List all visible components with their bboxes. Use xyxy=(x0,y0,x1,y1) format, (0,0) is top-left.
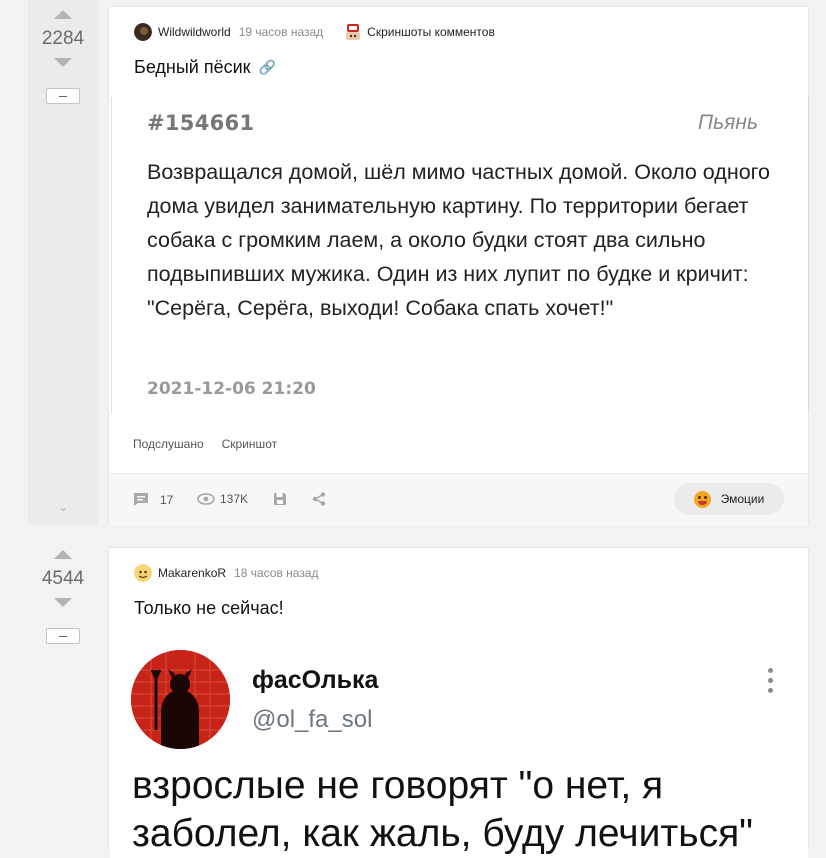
rating-score: 4544 xyxy=(41,568,85,589)
comments-count: 17 xyxy=(160,492,174,507)
quote-text: Возвращался домой, шёл мимо частных домо… xyxy=(147,160,770,320)
tweet-text-line: взрослые не говорят "о нет, я xyxy=(132,764,664,807)
upvote-arrow-icon[interactable] xyxy=(54,10,72,19)
comments-button[interactable]: 17 xyxy=(133,492,173,507)
minus-icon xyxy=(59,635,67,637)
tweet-screenshot[interactable]: фасОлька @ol_fa_sol взрослые не говорят … xyxy=(110,638,808,858)
views-counter: 137K xyxy=(197,492,248,506)
author-avatar[interactable] xyxy=(134,564,152,582)
story-title[interactable]: Бедный пёсик 🔗 xyxy=(134,57,276,78)
tag-link[interactable]: Подслушано xyxy=(133,437,204,451)
emotions-label: Эмоции xyxy=(720,492,765,506)
author-name[interactable]: Wildwildworld xyxy=(158,25,231,39)
emotions-button[interactable]: Эмоции xyxy=(674,483,784,515)
downvote-arrow-icon[interactable] xyxy=(54,58,72,67)
share-icon xyxy=(312,492,326,506)
story-card: Wildwildworld 19 часов назад Скриншоты к… xyxy=(108,6,809,526)
story-header: Wildwildworld 19 часов назад Скриншоты к… xyxy=(134,23,495,41)
comment-icon xyxy=(134,493,148,506)
more-options-icon xyxy=(768,668,774,693)
post-time[interactable]: 19 часов назад xyxy=(239,25,323,39)
story-footer: 17 137K Эмоции xyxy=(109,473,808,526)
save-button[interactable] xyxy=(273,492,287,506)
community-icon xyxy=(346,24,361,40)
story-title-text[interactable]: Только не сейчас! xyxy=(134,598,284,619)
tweet-text: взрослые не говорят "о нет, я заболел, к… xyxy=(132,762,792,858)
quote-block: #154661 Пьянь Возвращался домой, шёл мим… xyxy=(111,97,809,413)
upvote-arrow-icon[interactable] xyxy=(54,550,72,559)
tweet-avatar xyxy=(131,650,230,749)
devil-silhouette-icon xyxy=(131,650,230,749)
chevron-down-icon[interactable]: ⌄ xyxy=(58,500,68,514)
tweet-author-name: фасОлька xyxy=(252,666,379,694)
tweet-text-line: заболел, как жаль, буду лечиться" xyxy=(132,812,754,855)
community-link[interactable]: Скриншоты комментов xyxy=(345,23,495,41)
story-tags: Подслушано Скриншот xyxy=(133,437,277,451)
quote-tag: Пьянь xyxy=(697,111,758,134)
downvote-arrow-icon[interactable] xyxy=(54,598,72,607)
share-button[interactable] xyxy=(312,492,326,506)
eye-icon xyxy=(197,493,215,505)
tag-link[interactable]: Скриншот xyxy=(222,437,277,451)
author-avatar[interactable] xyxy=(134,23,152,41)
minus-icon xyxy=(59,95,67,97)
collapse-button[interactable] xyxy=(46,88,80,104)
collapse-button[interactable] xyxy=(46,628,80,644)
quote-id: #154661 xyxy=(147,111,255,135)
rating-column: 2284 xyxy=(28,10,98,104)
quote-date: 2021-12-06 21:20 xyxy=(147,379,316,399)
views-count: 137K xyxy=(220,492,249,506)
tweet-author-handle: @ol_fa_sol xyxy=(252,706,373,733)
post-time[interactable]: 18 часов назад xyxy=(234,566,318,580)
rating-score: 2284 xyxy=(41,28,85,49)
story-title-text[interactable]: Бедный пёсик xyxy=(134,57,251,78)
community-name: Скриншоты комментов xyxy=(367,25,495,39)
link-icon[interactable]: 🔗 xyxy=(259,59,276,76)
story-title[interactable]: Только не сейчас! xyxy=(134,598,284,619)
emoji-face-icon xyxy=(693,490,711,508)
rating-column: 4544 xyxy=(28,550,98,644)
save-icon xyxy=(274,493,286,505)
story-card: MakarenkoR 18 часов назад Только не сейч… xyxy=(108,547,809,858)
story-header: MakarenkoR 18 часов назад xyxy=(134,564,319,582)
author-name[interactable]: MakarenkoR xyxy=(158,566,226,580)
